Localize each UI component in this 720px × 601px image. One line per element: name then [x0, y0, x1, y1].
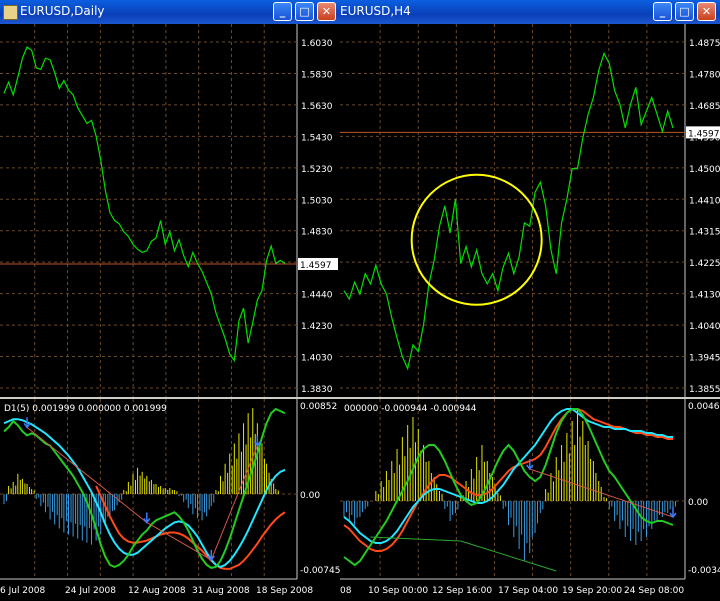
h4-title-bar[interactable]: EURUSD,H4 _ □ ✕: [340, 0, 720, 24]
date-tick-label: 08: [340, 586, 352, 596]
price-tick-label: 1.4440: [301, 291, 333, 301]
oscillator-zero-label: 0.00: [300, 491, 320, 501]
h4-chart-canvas[interactable]: 1.48751.47801.46851.45901.45001.44101.43…: [340, 24, 720, 601]
date-tick-label: 12 Sep 16:00: [432, 586, 492, 596]
oscillator-top-label: 0.00468: [688, 402, 720, 412]
price-tick-label: 1.4040: [689, 322, 720, 332]
price-tick-label: 1.5630: [301, 102, 333, 112]
h4-chart-window[interactable]: EURUSD,H4 _ □ ✕ 1.48751.47801.46851.4590…: [340, 0, 720, 601]
oscillator-bottom-label: -0.00349: [688, 566, 720, 576]
price-tick-label: 1.5430: [301, 133, 333, 143]
current-price-label: 1.4597: [688, 129, 720, 139]
price-tick-label: 1.4780: [689, 70, 720, 80]
price-tick-label: 1.3945: [689, 354, 720, 364]
date-tick-label: 17 Sep 04:00: [498, 586, 558, 596]
maximize-button[interactable]: □: [675, 2, 694, 21]
price-panel-background: [0, 24, 340, 397]
price-tick-label: 1.4030: [301, 354, 333, 364]
price-tick-label: 1.5030: [301, 196, 333, 206]
minimize-button[interactable]: _: [273, 2, 292, 21]
oscillator-title: 000000 -0.000944 -0.000944: [344, 404, 477, 414]
date-tick-label: 12 Aug 2008: [128, 586, 186, 596]
date-tick-label: 24 Jul 2008: [65, 586, 116, 596]
price-tick-label: 1.5830: [301, 70, 333, 80]
price-panel-background: [340, 24, 720, 397]
date-tick-label: 24 Sep 08:00: [624, 586, 684, 596]
price-tick-label: 1.4830: [301, 228, 333, 238]
window-title: EURUSD,H4: [340, 4, 411, 18]
chart-window-icon: [3, 5, 18, 20]
date-tick-label: 19 Sep 20:00: [562, 586, 622, 596]
oscillator-bottom-label: -0.00745: [300, 566, 340, 576]
price-tick-label: 1.4410: [689, 196, 720, 206]
price-tick-label: 1.3855: [689, 385, 720, 395]
price-tick-label: 1.4225: [689, 259, 720, 269]
price-tick-label: 1.4130: [689, 291, 720, 301]
price-tick-label: 1.4685: [689, 102, 720, 112]
price-tick-label: 1.3830: [301, 385, 333, 395]
close-button[interactable]: ✕: [317, 2, 336, 21]
date-tick-label: 18 Sep 2008: [256, 586, 313, 596]
maximize-button[interactable]: □: [295, 2, 314, 21]
price-tick-label: 1.4230: [301, 322, 333, 332]
oscillator-top-label: 0.00852: [300, 402, 337, 412]
date-tick-label: 31 Aug 2008: [192, 586, 250, 596]
oscillator-zero-label: 0.00: [688, 498, 708, 508]
close-button[interactable]: ✕: [697, 2, 716, 21]
current-price-label: 1.4597: [300, 261, 332, 271]
date-tick-label: 6 Jul 2008: [0, 586, 45, 596]
price-tick-label: 1.4500: [689, 165, 720, 175]
date-tick-label: 10 Sep 00:00: [368, 586, 428, 596]
price-tick-label: 1.5230: [301, 165, 333, 175]
oscillator-title: D1(5) 0.001999 0.000000 0.001999: [4, 404, 167, 414]
window-title: EURUSD,Daily: [20, 4, 105, 18]
daily-chart-window[interactable]: EURUSD,Daily _ □ ✕ 1.6030 1.5830 1.5630 1.5…: [0, 0, 340, 601]
price-tick-label: 1.4875: [689, 39, 720, 49]
minimize-button[interactable]: _: [653, 2, 672, 21]
price-tick-label: 1.6030: [301, 39, 333, 49]
daily-title-bar[interactable]: EURUSD,Daily _ □ ✕: [0, 0, 340, 24]
daily-chart-canvas[interactable]: 1.6030 1.5830 1.5630 1.5430 1.5230 1.5030 1.48…: [0, 24, 340, 601]
price-tick-label: 1.4315: [689, 228, 720, 238]
